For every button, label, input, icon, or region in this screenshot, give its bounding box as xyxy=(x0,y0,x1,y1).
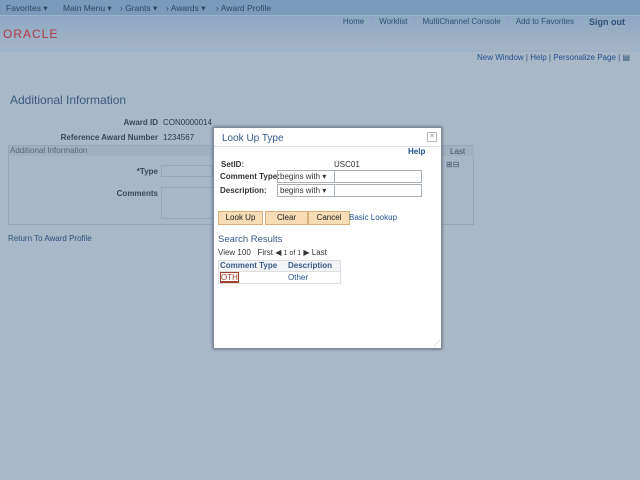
add-favorites-link[interactable]: Add to Favorites xyxy=(507,17,581,27)
lookup-modal: Look Up Type × Help SetID: USC01 Comment… xyxy=(213,127,442,349)
multichannel-link[interactable]: MultiChannel Console xyxy=(414,17,507,27)
comment-type-input[interactable] xyxy=(334,170,422,183)
description-input[interactable] xyxy=(334,184,422,197)
comment-type-label: Comment Type: xyxy=(220,172,280,181)
description-operator-select[interactable]: begins with ▾ xyxy=(277,184,335,197)
column-comment-type: Comment Type xyxy=(220,261,278,270)
sign-out-link[interactable]: Sign out xyxy=(581,17,632,27)
oracle-logo: ORACLE xyxy=(3,27,59,41)
award-id-value: CON0000014 xyxy=(163,118,212,127)
page-toolbar: New Window | Help | Personalize Page | ▤ xyxy=(476,53,630,62)
last-link[interactable]: Last xyxy=(450,147,465,156)
chevron-down-icon: ▾ xyxy=(322,186,327,195)
type-label: *Type xyxy=(136,167,158,176)
clear-button[interactable]: Clear xyxy=(265,211,308,225)
look-up-button[interactable]: Look Up xyxy=(218,211,263,225)
comments-textarea[interactable] xyxy=(161,187,215,219)
view-100-link[interactable]: View 100 xyxy=(218,248,251,257)
operator-value: begins with xyxy=(280,186,321,195)
divider xyxy=(214,146,441,147)
table-row: OTH Other xyxy=(219,271,340,283)
breadcrumb-grants[interactable]: › Grants ▾ xyxy=(120,3,157,14)
chevron-down-icon: ▾ xyxy=(322,172,327,181)
page-count: 1 of 1 xyxy=(283,250,302,257)
modal-title: Look Up Type xyxy=(222,133,284,144)
results-table: Comment Type Description OTH Other xyxy=(218,260,341,284)
personalize-link[interactable]: Personalize Page xyxy=(553,53,616,62)
new-window-link[interactable]: New Window xyxy=(477,53,524,62)
cancel-button[interactable]: Cancel xyxy=(308,211,350,225)
next-icon[interactable]: ▶ xyxy=(303,248,309,257)
last-link[interactable]: Last xyxy=(312,248,327,257)
resize-handle[interactable]: ⋰ xyxy=(434,340,440,347)
award-id-label: Award ID xyxy=(123,118,158,127)
comment-type-operator-select[interactable]: begins with ▾ xyxy=(277,170,335,183)
column-description: Description xyxy=(288,261,333,270)
prev-icon[interactable]: ◀ xyxy=(275,248,281,257)
result-description-link[interactable]: Other xyxy=(288,272,308,283)
setid-value: USC01 xyxy=(334,160,360,169)
worklist-link[interactable]: Worklist xyxy=(371,17,414,27)
help-link[interactable]: Help xyxy=(530,53,546,62)
breadcrumb-awards[interactable]: › Awards ▾ xyxy=(166,3,206,14)
basic-lookup-link[interactable]: Basic Lookup xyxy=(349,213,397,222)
layout-icon[interactable]: ▤ xyxy=(622,53,630,62)
results-nav: View 100 First ◀ 1 of 1 ▶ Last xyxy=(218,248,327,257)
page-title: Additional Information xyxy=(10,93,127,107)
first-link[interactable]: First xyxy=(257,248,273,257)
type-input[interactable] xyxy=(161,165,213,177)
main-menu[interactable]: Main Menu ▾ xyxy=(63,3,112,14)
result-code-link[interactable]: OTH xyxy=(220,272,239,283)
favorites-menu[interactable]: Favorites ▾ xyxy=(6,3,48,14)
nav-bar: Favorites ▾ Main Menu ▾ › Grants ▾ › Awa… xyxy=(0,0,640,16)
description-label: Description: xyxy=(220,186,267,195)
ref-value: 1234567 xyxy=(163,133,195,142)
add-row-icon[interactable]: ⊞⊟ xyxy=(446,160,459,169)
operator-value: begins with xyxy=(280,172,321,181)
comments-label: Comments xyxy=(116,189,158,198)
home-link[interactable]: Home xyxy=(336,17,371,27)
search-results-title: Search Results xyxy=(218,234,283,245)
return-link[interactable]: Return To Award Profile xyxy=(8,234,92,243)
breadcrumb-award-profile[interactable]: › Award Profile xyxy=(216,3,271,13)
close-icon[interactable]: × xyxy=(427,132,437,142)
divider xyxy=(0,50,640,52)
setid-label: SetID: xyxy=(221,160,245,169)
ref-label: Reference Award Number xyxy=(60,133,158,142)
modal-help-link[interactable]: Help xyxy=(408,147,425,156)
table-header: Comment Type Description xyxy=(219,261,340,271)
header-links: Home Worklist MultiChannel Console Add t… xyxy=(336,17,632,27)
